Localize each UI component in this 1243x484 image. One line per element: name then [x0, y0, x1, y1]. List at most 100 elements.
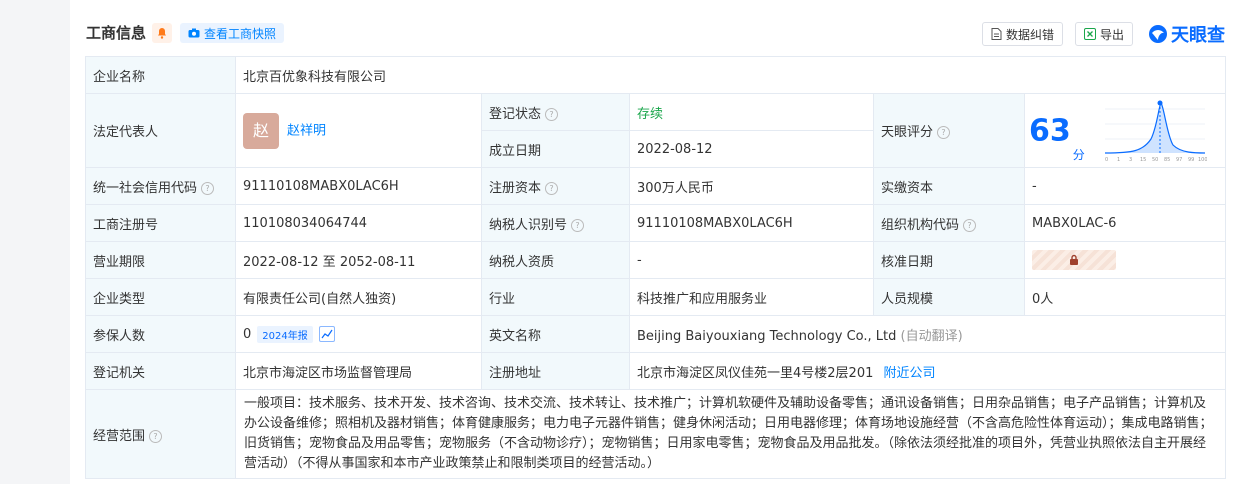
reg-no-value: 110108034064744 [235, 204, 482, 242]
credit-code-label: 统一社会信用代码 [93, 180, 198, 196]
address-label: 注册地址 [481, 352, 630, 390]
tax-qual-label: 纳税人资质 [481, 241, 630, 279]
reg-capital-label: 注册资本 [489, 180, 542, 196]
found-date-label: 成立日期 [481, 130, 630, 168]
rating-label-cell: 天眼评分? [873, 93, 1025, 168]
tick-label: 97 [1176, 157, 1182, 163]
address-cell: 北京市海淀区凤仪佳苑一里4号楼2层201 附近公司 [628, 352, 1227, 390]
industry-value: 科技推广和应用服务业 [629, 278, 874, 316]
company-name-value: 北京百优象科技有限公司 [234, 56, 1227, 94]
tick-label: 99 [1188, 157, 1194, 163]
legal-rep-link[interactable]: 赵祥明 [287, 123, 326, 138]
insured-cell: 0 2024年报 [235, 315, 482, 353]
authority-label: 登记机关 [85, 352, 236, 390]
table-row: 工商注册号 110108034064744 纳税人识别号? 91110108MA… [85, 204, 1227, 242]
insured-value: 0 [243, 326, 252, 342]
term-value: 2022-08-12 至 2052-08-11 [235, 241, 482, 279]
data-correct-label: 数据纠错 [1006, 27, 1055, 42]
snapshot-button[interactable]: 查看工商快照 [180, 23, 285, 43]
locked-value[interactable] [1032, 250, 1116, 270]
table-row: 参保人数 0 2024年报 英文名称 Beijing Baiyouxiang Te… [85, 315, 1227, 353]
table-row: 企业名称 北京百优象科技有限公司 [85, 56, 1227, 94]
rating-unit: 分 [1072, 147, 1085, 162]
tick-label: 85 [1164, 157, 1170, 163]
snapshot-label: 查看工商快照 [204, 26, 277, 41]
business-info-panel: 工商信息 查看工商快照 数据纠错 导出 天眼查 企业名称 北京百优象科技有限公司 [70, 0, 1243, 484]
status-value: 存续 [629, 93, 874, 131]
document-icon [991, 28, 1002, 40]
reg-no-label: 工商注册号 [85, 204, 236, 242]
panel-header: 工商信息 查看工商快照 数据纠错 导出 天眼查 [70, 0, 1243, 56]
camera-icon [188, 28, 200, 38]
help-icon[interactable]: ? [149, 429, 163, 443]
rating-label: 天眼评分 [881, 125, 934, 140]
approve-date-label: 核准日期 [873, 241, 1025, 279]
help-icon[interactable]: ? [545, 181, 559, 195]
credit-code-label-cell: 统一社会信用代码? [85, 167, 236, 205]
auto-translate-note: (自动翻译) [900, 328, 963, 344]
credit-code-value: 91110108MABX0LAC6H [235, 167, 482, 205]
reg-capital-label-cell: 注册资本? [481, 167, 630, 205]
insured-label: 参保人数 [85, 315, 236, 353]
scope-value: 一般项目：技术服务、技术开发、技术咨询、技术交流、技术转让、技术推广；计算机软硬… [234, 389, 1227, 479]
staff-label: 人员规模 [873, 278, 1025, 316]
approve-date-cell [1023, 241, 1227, 279]
tianyancha-logo: 天眼查 [1148, 21, 1225, 47]
tick-label: 1 [1117, 157, 1120, 163]
excel-icon [1084, 28, 1096, 40]
tax-qual-value: - [629, 241, 874, 279]
tick-label: 50 [1152, 157, 1158, 163]
bell-icon[interactable] [152, 23, 172, 43]
org-code-label: 组织机构代码 [881, 217, 960, 233]
logo-text: 天眼查 [1171, 25, 1225, 46]
logo-mark-icon [1149, 25, 1167, 43]
rating-distribution-chart: 0 1 3 15 50 85 97 99 100 [1104, 100, 1207, 163]
avatar[interactable]: 赵 [243, 112, 279, 149]
lock-icon [1070, 254, 1078, 265]
type-label: 企业类型 [85, 278, 236, 316]
rating-cell[interactable]: 63分 0 1 3 15 50 85 97 99 100 [1023, 93, 1227, 168]
found-date-value: 2022-08-12 [629, 130, 874, 168]
paid-capital-value: - [1023, 167, 1227, 205]
scope-label: 经营范围 [93, 428, 146, 444]
business-info-table: 企业名称 北京百优象科技有限公司 法定代表人 赵赵祥明 登记状态? 存续 天眼评… [85, 56, 1227, 479]
annual-report-badge[interactable]: 2024年报 [257, 325, 313, 343]
help-icon[interactable]: ? [545, 107, 559, 121]
tick-label: 15 [1140, 157, 1146, 163]
table-row: 营业期限 2022-08-12 至 2052-08-11 纳税人资质 - 核准日… [85, 241, 1227, 279]
tax-id-label-cell: 纳税人识别号? [481, 204, 630, 242]
status-label: 登记状态 [489, 106, 542, 122]
nearby-companies-link[interactable]: 附近公司 [884, 366, 936, 381]
section-title: 工商信息 [86, 24, 147, 42]
en-name-cell: Beijing Baiyouxiang Technology Co., Ltd … [628, 315, 1227, 353]
trend-chart-icon[interactable] [318, 326, 335, 342]
address-value: 北京市海淀区凤仪佳苑一里4号楼2层201 [637, 365, 874, 381]
reg-capital-value: 300万人民币 [629, 167, 874, 205]
en-name-label: 英文名称 [481, 315, 630, 353]
status-label-cell: 登记状态? [481, 93, 630, 131]
table-row: 企业类型 有限责任公司(自然人独资) 行业 科技推广和应用服务业 人员规模 0人 [85, 278, 1227, 316]
tick-label: 3 [1129, 157, 1132, 163]
tick-label: 0 [1105, 157, 1108, 163]
en-name-value: Beijing Baiyouxiang Technology Co., Ltd [637, 328, 897, 344]
scope-label-cell: 经营范围? [85, 389, 236, 479]
authority-value: 北京市海淀区市场监督管理局 [235, 352, 482, 390]
data-correct-button[interactable]: 数据纠错 [982, 22, 1064, 46]
legal-rep-cell: 赵赵祥明 [235, 93, 482, 168]
table-row: 法定代表人 赵赵祥明 登记状态? 存续 天眼评分? 63分 0 1 3 15 5… [85, 93, 1227, 168]
help-icon[interactable]: ? [937, 126, 951, 139]
tax-id-value: 91110108MABX0LAC6H [629, 204, 874, 242]
legal-rep-label: 法定代表人 [85, 93, 236, 168]
help-icon[interactable]: ? [571, 218, 585, 232]
paid-capital-label: 实缴资本 [873, 167, 1025, 205]
table-row: 经营范围? 一般项目：技术服务、技术开发、技术咨询、技术交流、技术转让、技术推广… [85, 389, 1227, 479]
help-icon[interactable]: ? [963, 218, 977, 232]
industry-label: 行业 [481, 278, 630, 316]
term-label: 营业期限 [85, 241, 236, 279]
tick-label: 100 [1198, 157, 1207, 163]
help-icon[interactable]: ? [201, 181, 215, 195]
table-row: 统一社会信用代码? 91110108MABX0LAC6H 注册资本? 300万人… [85, 167, 1227, 205]
export-button[interactable]: 导出 [1075, 22, 1134, 46]
org-code-value: MABX0LAC-6 [1023, 204, 1227, 242]
export-label: 导出 [1100, 27, 1125, 42]
